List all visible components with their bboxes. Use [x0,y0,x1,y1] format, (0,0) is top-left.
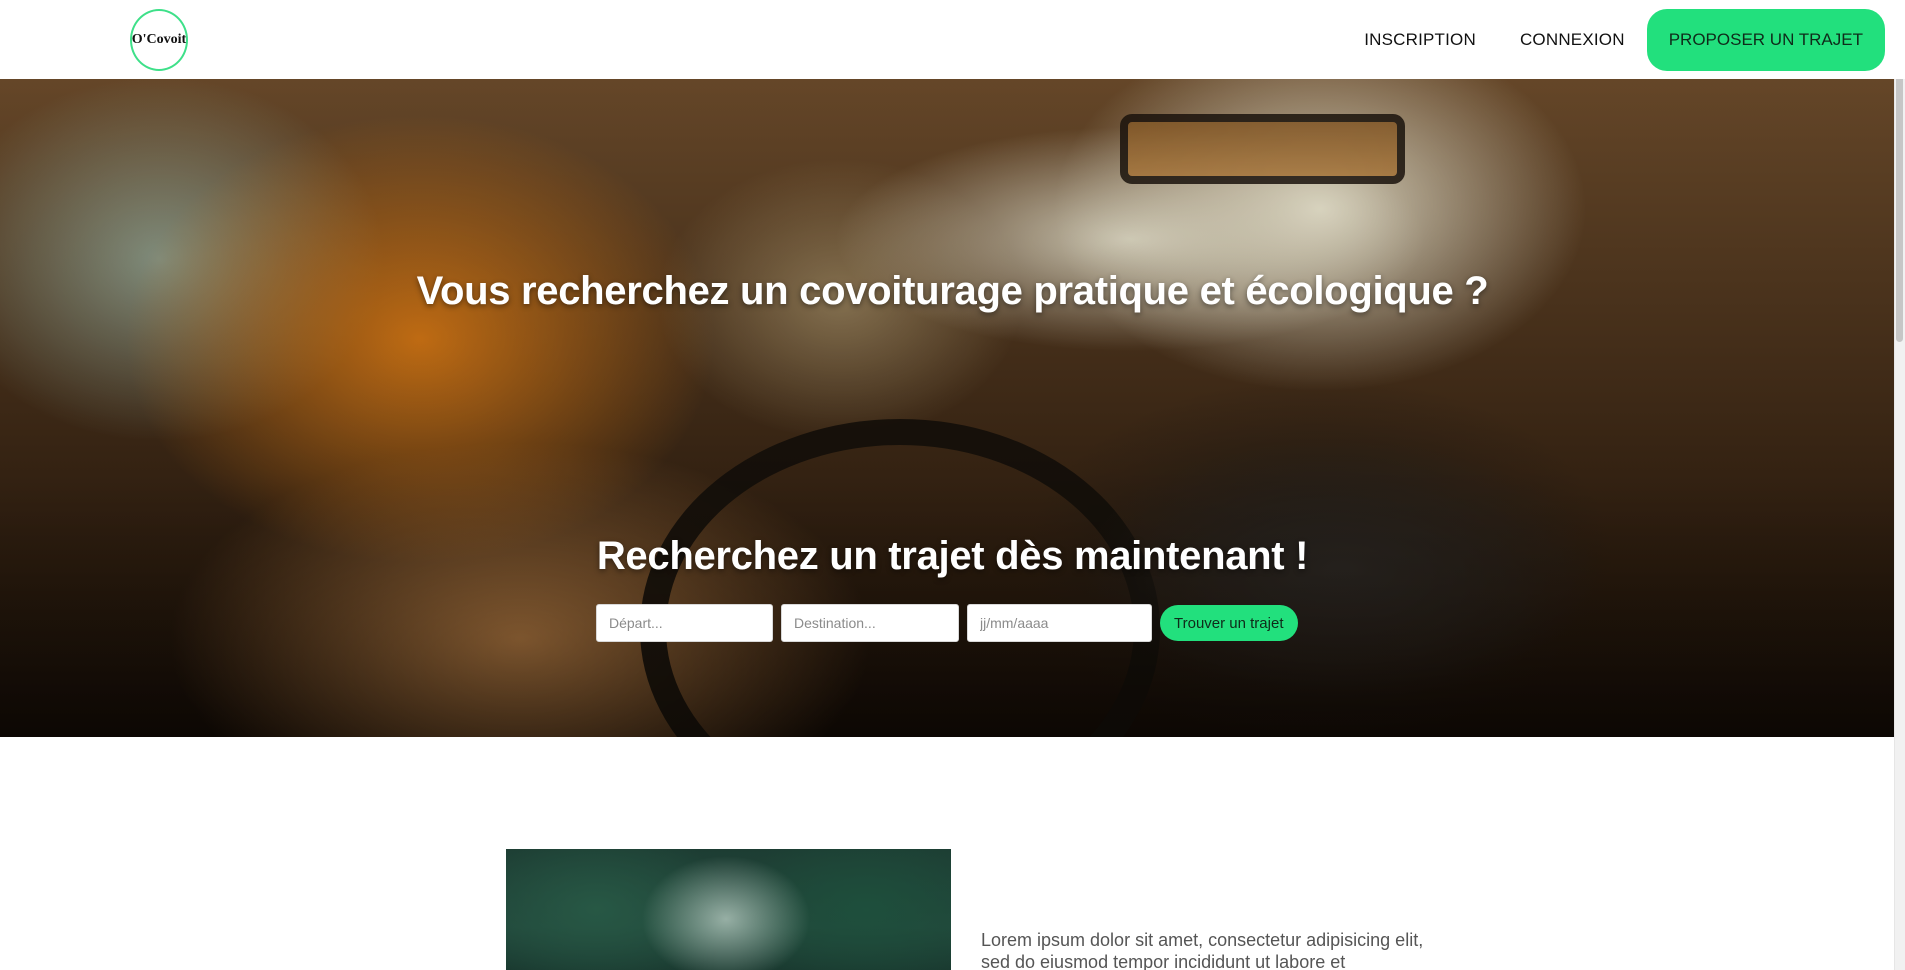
feature-text: Lorem ipsum dolor sit amet, consectetur … [981,930,1424,970]
hero-title: Vous recherchez un covoiturage pratique … [416,269,1489,313]
trip-search-form: Trouver un trajet [596,604,1298,642]
hero-section: Vous recherchez un covoiturage pratique … [0,79,1905,737]
hero-subtitle: Recherchez un trajet dès maintenant ! [596,534,1309,578]
feature-image [506,849,951,970]
logo[interactable]: O'Covoit [130,8,188,71]
departure-input[interactable] [596,604,773,642]
site-header: O'Covoit INSCRIPTION CONNEXION PROPOSER … [0,0,1905,79]
main-nav: INSCRIPTION CONNEXION PROPOSER UN TRAJET [1342,8,1885,71]
nav-link-inscription[interactable]: INSCRIPTION [1342,30,1498,50]
propose-trip-button[interactable]: PROPOSER UN TRAJET [1646,8,1885,71]
logo-text: O'Covoit [131,31,187,47]
vertical-scrollbar[interactable] [1894,0,1905,970]
destination-input[interactable] [781,604,959,642]
date-input[interactable] [967,604,1152,642]
find-trip-button[interactable]: Trouver un trajet [1160,605,1298,641]
nav-link-connexion[interactable]: CONNEXION [1498,30,1647,50]
